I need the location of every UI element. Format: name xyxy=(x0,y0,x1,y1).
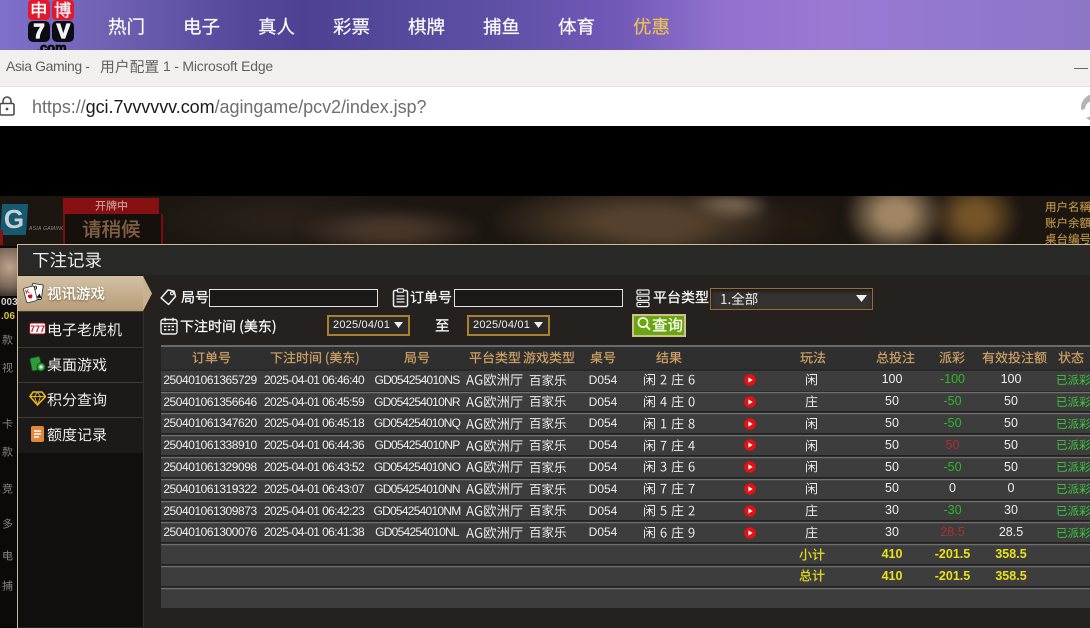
svg-text:777: 777 xyxy=(30,324,45,334)
